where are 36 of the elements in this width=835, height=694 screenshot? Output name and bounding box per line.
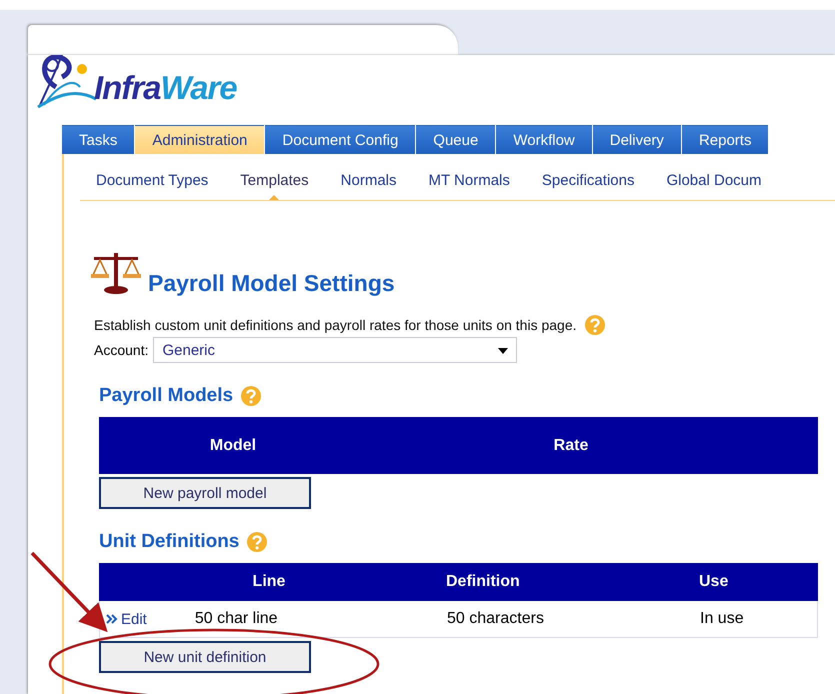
table-cell-text: 50 characters [446,610,545,628]
column-header: Use [698,573,730,591]
column-header: Rate [552,436,590,454]
nav-tab[interactable]: Delivery [592,125,681,154]
section-heading: Unit Definitions [99,531,240,553]
double-chevron-icon [106,614,118,624]
account-label: Account: [94,342,148,358]
nav-tab[interactable]: Tasks [62,125,134,154]
sub-tab[interactable]: Global Docum [666,172,762,200]
edit-link[interactable]: Edit [121,610,147,628]
section-heading: Payroll Models [99,385,234,407]
nav-tab[interactable]: Queue [416,125,496,154]
table-cell: 50 char line [194,610,278,628]
logo-text: InfraWare [94,69,237,107]
nav-tab[interactable]: Workflow [496,125,592,154]
help-icon[interactable] [247,532,268,552]
new-payroll-model-button[interactable]: New payroll model [99,477,311,509]
sub-tab[interactable]: Specifications [542,172,634,200]
page-title: Payroll Model Settings [148,272,395,295]
sub-tab[interactable]: Normals [340,172,396,200]
account-dropdown[interactable]: Generic [153,337,518,363]
help-icon[interactable] [584,315,604,335]
scales-icon [90,251,142,295]
column-header: Definition [445,573,521,591]
column-header: Line [252,573,286,591]
sub-tab[interactable]: MT Normals [428,172,510,200]
nav-tab[interactable]: Reports [682,125,768,154]
help-icon[interactable] [241,386,262,406]
nav-tab[interactable]: Administration [135,125,264,154]
new-unit-definition-button[interactable]: New unit definition [99,641,311,673]
column-header: Model [208,436,258,454]
table-cell-text: In use [699,610,745,628]
page-description: Establish custom unit definitions and payroll rates for those units on this page. [94,317,576,333]
sub-tab[interactable]: Templates [240,172,309,200]
nav-tab[interactable]: Document Config [265,125,416,154]
sub-tab[interactable]: Document Types [96,172,208,200]
